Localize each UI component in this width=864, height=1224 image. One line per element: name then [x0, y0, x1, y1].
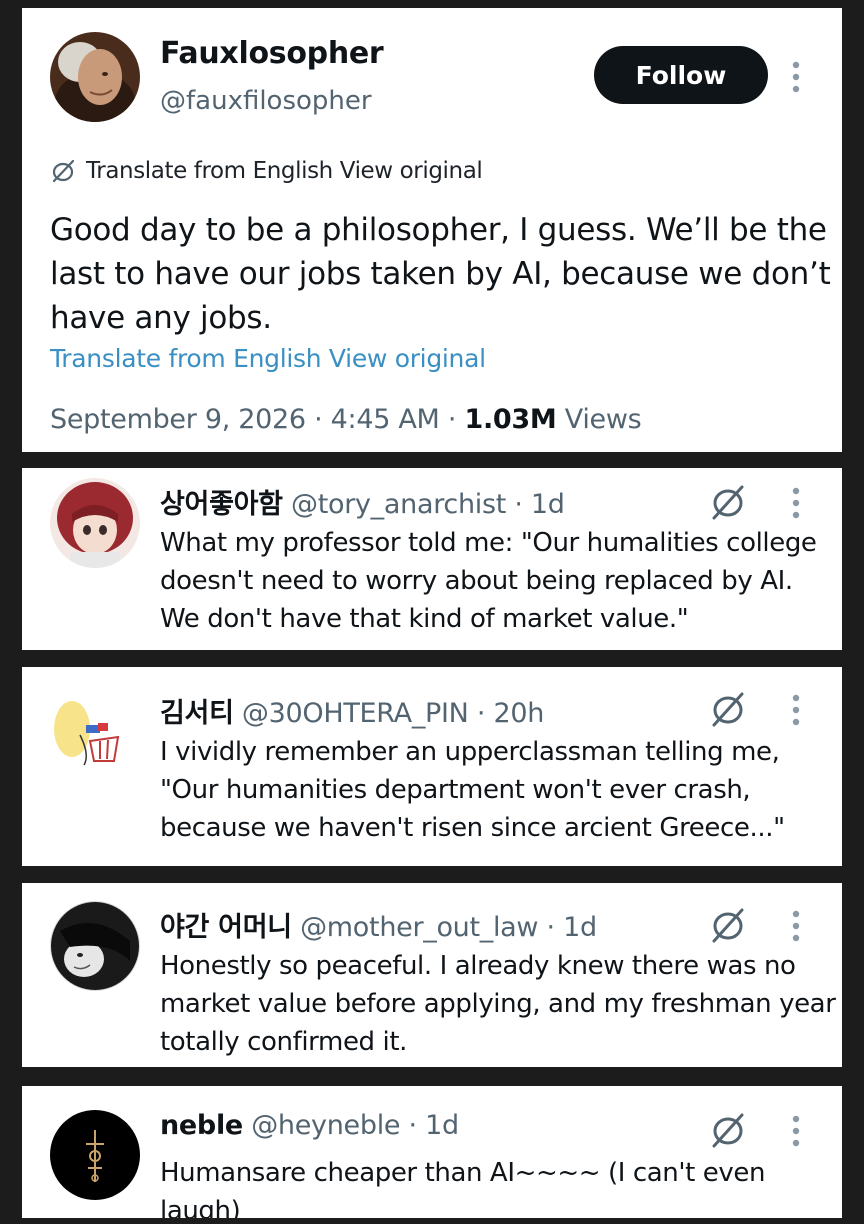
- post-date[interactable]: September 9, 2026: [50, 404, 306, 435]
- reply-card[interactable]: 상어좋아함 @tory_anarchist · 1d What my profe…: [22, 468, 842, 650]
- translate-icon[interactable]: [708, 689, 748, 729]
- reply-header: 김서티 @30OHTERA_PIN · 20h: [160, 691, 544, 730]
- reply-author-handle[interactable]: @30OHTERA_PIN: [242, 698, 469, 729]
- reply-separator: ·: [514, 489, 523, 520]
- reply-card[interactable]: 김서티 @30OHTERA_PIN · 20h I vividly rememb…: [22, 667, 842, 866]
- avatar[interactable]: [50, 901, 140, 991]
- avatar[interactable]: [50, 1110, 140, 1200]
- reply-author-name[interactable]: 야간 어머니: [160, 912, 292, 943]
- reply-header: neble @heyneble · 1d: [160, 1110, 459, 1141]
- reply-text: Humansare cheaper than AI~~~~ (I can't e…: [160, 1158, 766, 1218]
- reply-text: Honestly so peaceful. I already knew the…: [160, 951, 836, 1057]
- more-vertical-icon[interactable]: [790, 909, 802, 943]
- reply-author-name[interactable]: 김서티: [160, 698, 234, 729]
- reply-author-handle[interactable]: @mother_out_law: [300, 912, 538, 943]
- more-vertical-icon[interactable]: [790, 1114, 802, 1148]
- translate-note-label: Translate from English View original: [86, 158, 483, 184]
- avatar-image: [50, 1110, 140, 1200]
- translate-link[interactable]: Translate from English: [50, 344, 322, 373]
- reply-card[interactable]: 야간 어머니 @mother_out_law · 1d Honestly so …: [22, 883, 842, 1067]
- avatar-image: [50, 901, 140, 991]
- reply-card[interactable]: neble @heyneble · 1d Humansare cheaper t…: [22, 1086, 842, 1218]
- post-text: Good day to be a philosopher, I guess. W…: [50, 212, 831, 336]
- translate-icon[interactable]: [708, 1110, 748, 1150]
- translate-links: Translate from English View original: [50, 344, 486, 373]
- post-time[interactable]: 4:45 AM: [331, 404, 440, 435]
- follow-button[interactable]: Follow: [594, 46, 768, 104]
- translate-icon: [52, 159, 75, 183]
- avatar[interactable]: [50, 685, 140, 775]
- reply-author-name[interactable]: 상어좋아함: [160, 489, 283, 520]
- avatar-image: [50, 478, 140, 568]
- reply-separator: ·: [476, 698, 486, 729]
- more-vertical-icon[interactable]: [790, 486, 802, 520]
- meta-separator: ·: [314, 404, 323, 435]
- avatar-image: [50, 32, 140, 122]
- author-name[interactable]: Fauxlosopher: [160, 36, 384, 71]
- meta-separator: ·: [447, 404, 457, 435]
- views-count[interactable]: 1.03M: [464, 404, 556, 435]
- translate-note[interactable]: Translate from English View original: [50, 158, 483, 184]
- reply-header: 야간 어머니 @mother_out_law · 1d: [160, 905, 597, 944]
- reply-author-name[interactable]: neble: [160, 1110, 243, 1141]
- translate-icon[interactable]: [708, 482, 748, 522]
- avatar-image: [50, 685, 140, 775]
- view-original-link[interactable]: View original: [329, 344, 486, 373]
- reply-separator: ·: [546, 912, 556, 943]
- main-post-card: Fauxlosopher @fauxfilosopher Follow Tran…: [22, 8, 842, 452]
- avatar[interactable]: [50, 478, 140, 568]
- reply-age[interactable]: 1d: [425, 1110, 459, 1141]
- reply-author-handle[interactable]: @heyneble: [251, 1110, 400, 1141]
- reply-separator: ·: [408, 1110, 418, 1141]
- reply-text: I vividly remember an upperclassman tell…: [160, 737, 785, 843]
- reply-author-handle[interactable]: @tory_anarchist: [291, 489, 506, 520]
- reply-text: What my professor told me: "Our humaliti…: [160, 528, 817, 634]
- reply-age[interactable]: 20h: [493, 698, 544, 729]
- reply-age[interactable]: 1d: [563, 912, 597, 943]
- post-meta: September 9, 2026 · 4:45 AM · 1.03M View…: [50, 404, 642, 435]
- reply-age[interactable]: 1d: [531, 489, 565, 520]
- translate-icon[interactable]: [708, 905, 748, 945]
- more-vertical-icon[interactable]: [790, 693, 802, 727]
- author-handle[interactable]: @fauxfilosopher: [160, 86, 372, 116]
- avatar[interactable]: [50, 32, 140, 122]
- more-vertical-icon[interactable]: [790, 60, 802, 94]
- reply-header: 상어좋아함 @tory_anarchist · 1d: [160, 482, 565, 521]
- views-label: Views: [564, 404, 642, 435]
